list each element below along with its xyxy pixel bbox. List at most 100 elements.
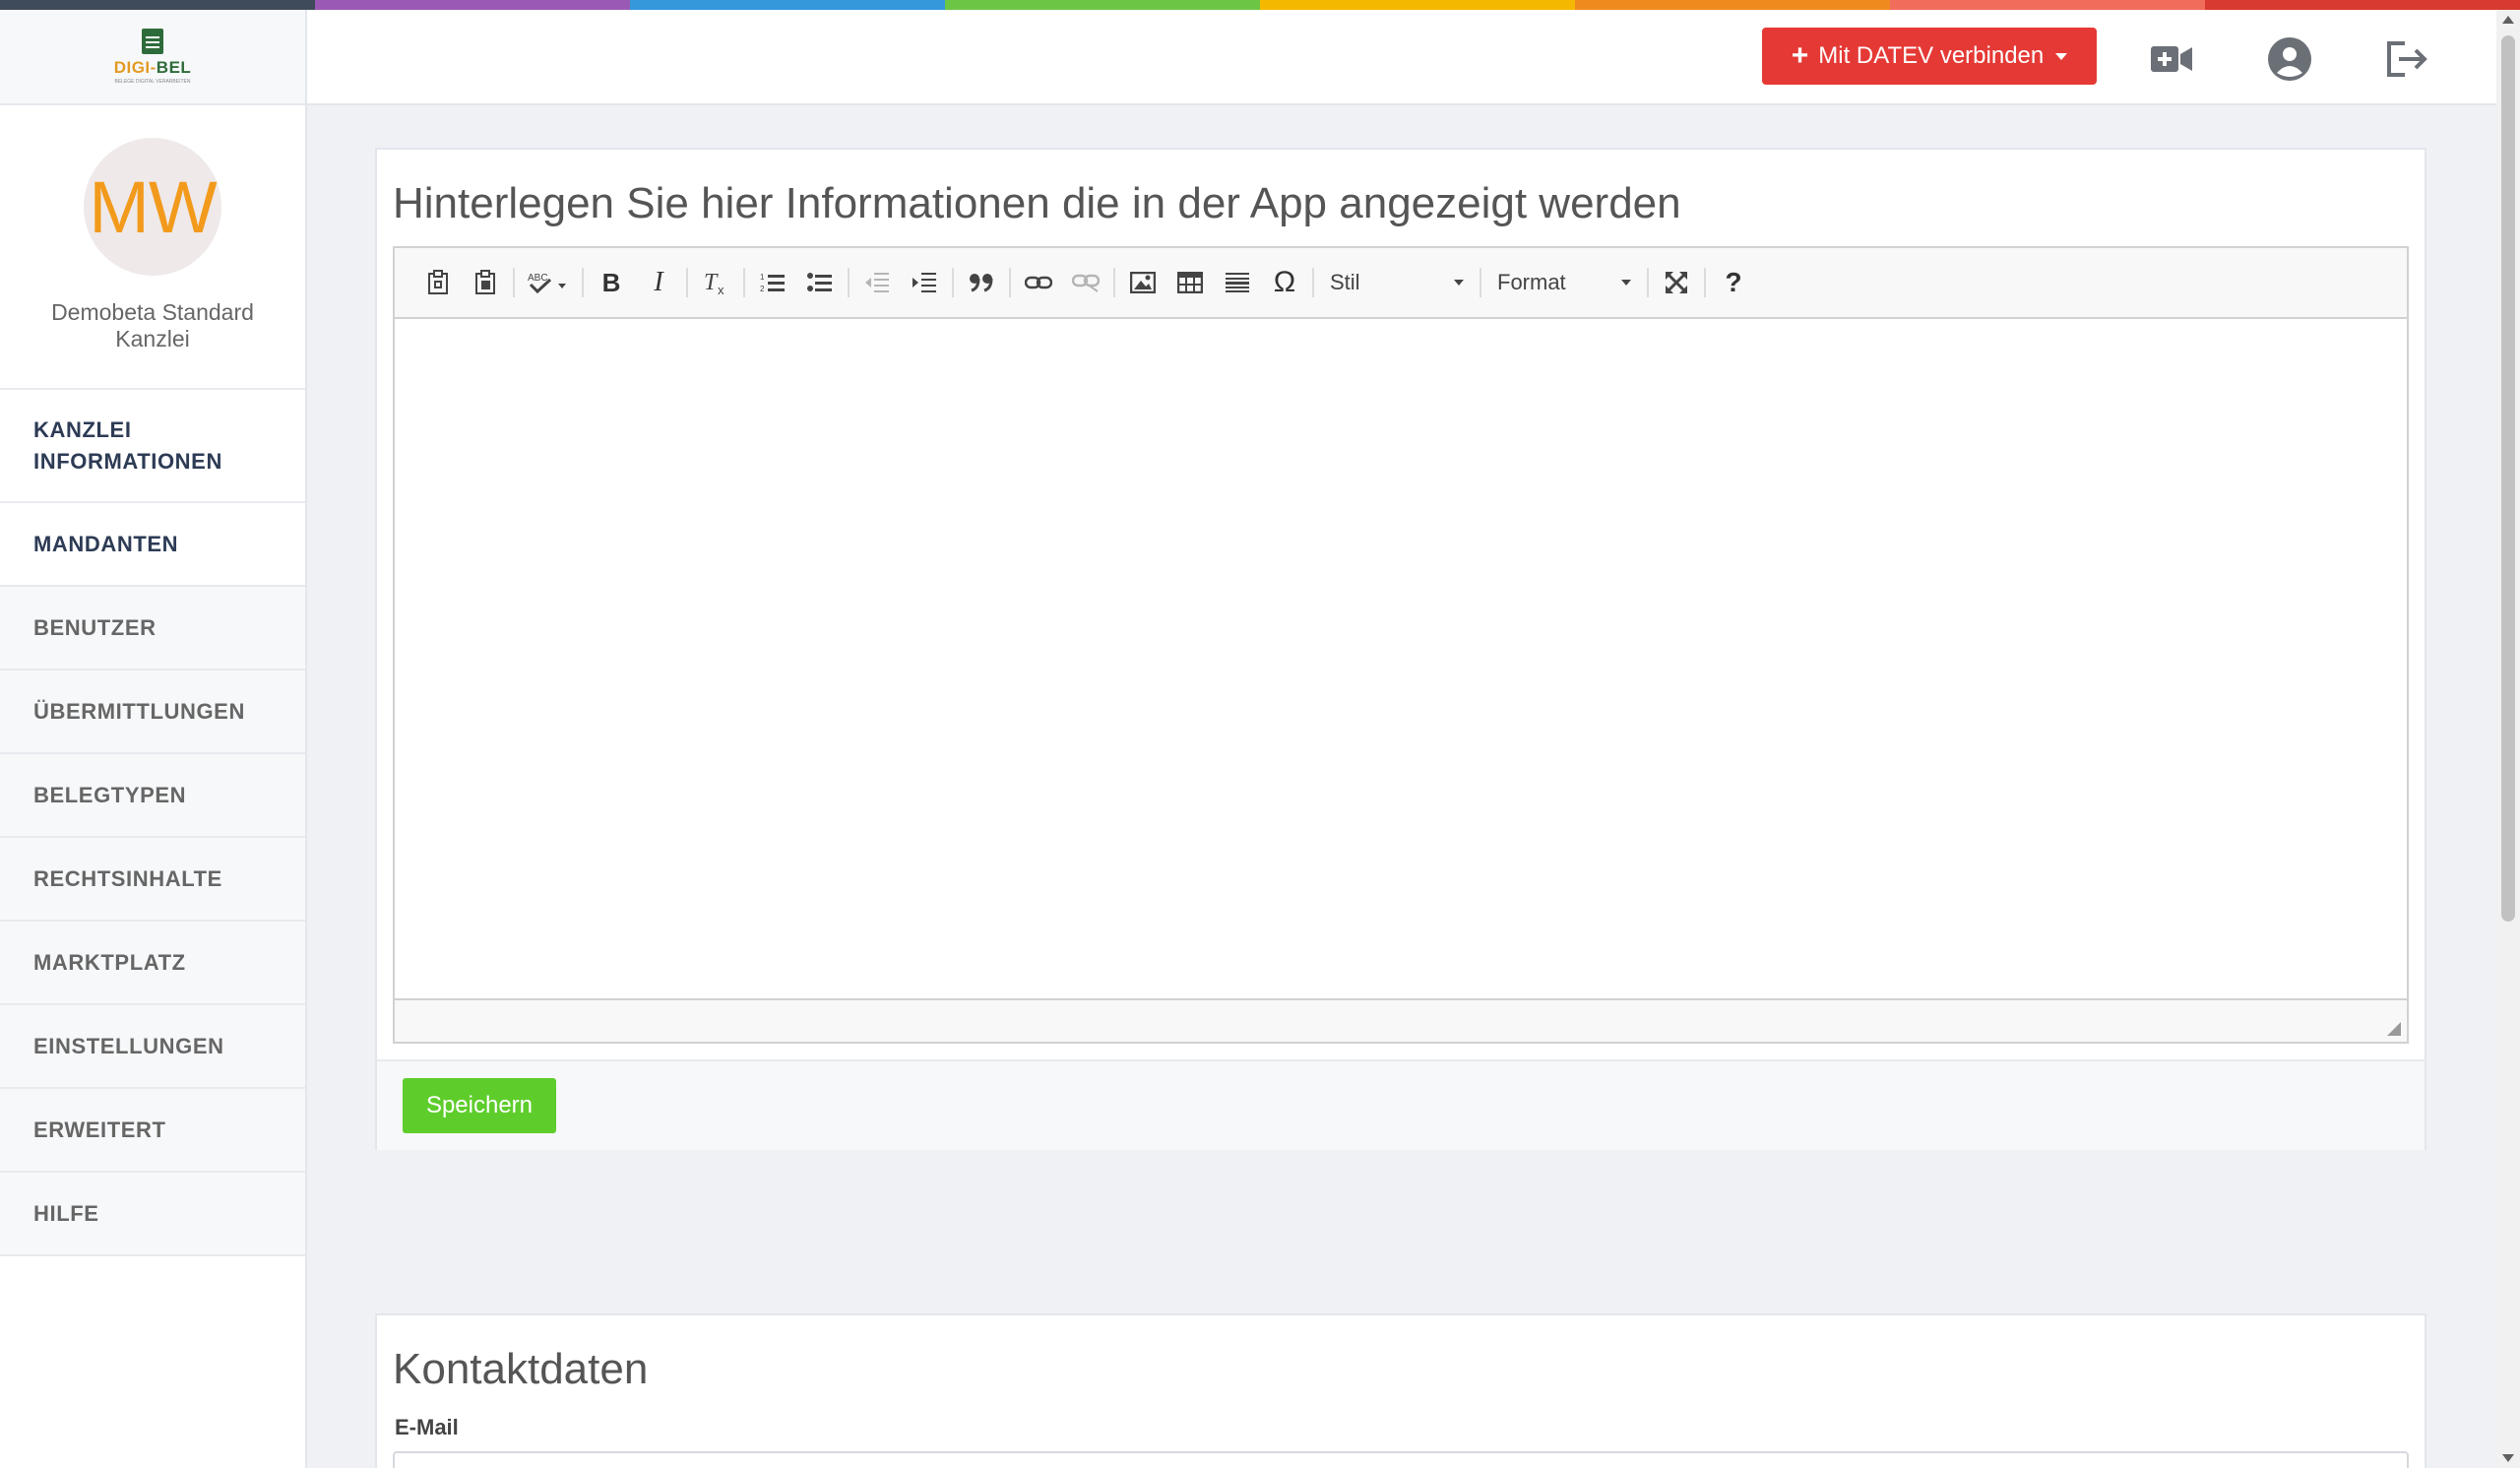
editor-statusbar	[395, 998, 2407, 1042]
datev-connect-button[interactable]: + Mit DATEV verbinden	[1762, 28, 2097, 85]
sidebar-item-kanzlei-informationen[interactable]: KANZLEI INFORMATIONEN	[0, 390, 305, 503]
toolbar-separator	[952, 268, 954, 297]
svg-text:ABC: ABC	[528, 273, 548, 284]
chevron-down-icon	[1454, 280, 1464, 286]
datev-connect-label: Mit DATEV verbinden	[1818, 42, 2045, 69]
svg-text:x: x	[718, 283, 724, 295]
sidebar-item-label: KANZLEI INFORMATIONEN	[33, 416, 222, 474]
scroll-thumb[interactable]	[2501, 35, 2515, 922]
toolbar-separator	[513, 268, 515, 297]
svg-text:1: 1	[760, 273, 765, 282]
sidebar-item-mandanten[interactable]: MANDANTEN	[0, 503, 305, 587]
logo-tagline: BELEGE DIGITAL VERARBEITEN	[114, 79, 191, 85]
color-strip-segment	[0, 0, 315, 10]
color-strip-segment	[630, 0, 945, 10]
toolbar-separator	[686, 268, 688, 297]
color-strip-segment	[945, 0, 1260, 10]
style-select-label: Stil	[1330, 270, 1360, 294]
maximize-icon[interactable]	[1653, 260, 1700, 305]
toolbar-separator	[1480, 268, 1481, 297]
toolbar-separator	[1704, 268, 1706, 297]
logo-text: DIGI-BEL	[113, 58, 192, 77]
contact-panel-title: Kontaktdaten	[393, 1345, 649, 1393]
logo-area[interactable]: DIGI-BEL BELEGE DIGITAL VERARBEITEN	[0, 10, 305, 105]
profile-section: MW Demobeta Standard Kanzlei	[0, 105, 305, 390]
sidebar-item-hilfe[interactable]: HILFE	[0, 1173, 305, 1256]
color-strip-segment	[315, 0, 630, 10]
logout-icon[interactable]	[2384, 37, 2431, 81]
color-strip-segment	[1260, 0, 1575, 10]
bullet-list-icon[interactable]	[796, 260, 844, 305]
sidebar-item-label: ERWEITERT	[33, 1117, 166, 1142]
toolbar-separator	[848, 268, 850, 297]
blockquote-icon[interactable]	[958, 260, 1005, 305]
user-circle-icon[interactable]	[2266, 37, 2313, 81]
sidebar: DIGI-BEL BELEGE DIGITAL VERARBEITEN MW D…	[0, 10, 307, 1468]
topbar: + Mit DATEV verbinden	[307, 10, 2496, 105]
unlink-icon[interactable]	[1062, 260, 1109, 305]
toolbar-separator	[743, 268, 745, 297]
italic-icon[interactable]: I	[635, 260, 682, 305]
chevron-down-icon	[2055, 52, 2068, 60]
sidebar-item-benutzer[interactable]: BENUTZER	[0, 587, 305, 670]
avatar: MW	[84, 138, 221, 276]
help-icon[interactable]: ?	[1710, 260, 1757, 305]
rich-text-editor: ABC B I Tx 12 Ω Stil Format ?	[393, 246, 2409, 1044]
toolbar-separator	[1113, 268, 1115, 297]
editor-content-area[interactable]	[395, 319, 2407, 998]
paste-word-icon[interactable]	[462, 260, 509, 305]
sidebar-item-einstellungen[interactable]: EINSTELLUNGEN	[0, 1005, 305, 1089]
toolbar-separator	[582, 268, 584, 297]
scroll-up-icon[interactable]	[2502, 16, 2514, 24]
sidebar-item-erweitert[interactable]: ERWEITERT	[0, 1089, 305, 1173]
toolbar-separator	[1647, 268, 1649, 297]
horizontal-rule-icon[interactable]	[1214, 260, 1261, 305]
special-char-icon[interactable]: Ω	[1261, 260, 1308, 305]
remove-format-icon[interactable]: Tx	[692, 260, 739, 305]
app-info-panel: Hinterlegen Sie hier Informationen die i…	[375, 148, 2426, 1150]
sidebar-item-uebermittlungen[interactable]: ÜBERMITTLUNGEN	[0, 670, 305, 754]
sidebar-nav: KANZLEI INFORMATIONEN MANDANTEN BENUTZER…	[0, 390, 305, 1256]
outdent-icon[interactable]	[853, 260, 901, 305]
sidebar-item-label: HILFE	[33, 1200, 99, 1226]
toolbar-separator	[1312, 268, 1314, 297]
editor-toolbar: ABC B I Tx 12 Ω Stil Format ?	[395, 248, 2407, 319]
contact-panel: Kontaktdaten E-Mail	[375, 1313, 2426, 1468]
resize-handle-icon[interactable]	[2387, 1022, 2401, 1036]
table-icon[interactable]	[1166, 260, 1214, 305]
format-select[interactable]: Format	[1485, 260, 1643, 305]
email-label: E-Mail	[395, 1415, 459, 1439]
image-icon[interactable]	[1119, 260, 1166, 305]
sidebar-item-label: MARKTPLATZ	[33, 949, 186, 975]
page-scrollbar[interactable]	[2496, 10, 2520, 1468]
sidebar-item-belegtypen[interactable]: BELEGTYPEN	[0, 754, 305, 838]
chevron-down-icon	[1621, 280, 1631, 286]
sidebar-item-label: EINSTELLUNGEN	[33, 1033, 224, 1058]
sidebar-item-marktplatz[interactable]: MARKTPLATZ	[0, 922, 305, 1005]
plus-icon: +	[1791, 39, 1809, 72]
indent-icon[interactable]	[901, 260, 948, 305]
panel-footer: Speichern	[377, 1059, 2425, 1150]
svg-text:2: 2	[760, 285, 765, 293]
format-select-label: Format	[1497, 270, 1566, 294]
sidebar-item-label: RECHTSINHALTE	[33, 865, 222, 891]
scroll-down-icon[interactable]	[2502, 1454, 2514, 1462]
sidebar-item-rechtsinhalte[interactable]: RECHTSINHALTE	[0, 838, 305, 922]
email-field[interactable]	[393, 1451, 2409, 1468]
link-icon[interactable]	[1015, 260, 1062, 305]
organization-name: Demobeta Standard Kanzlei	[51, 299, 254, 351]
sidebar-item-label: BENUTZER	[33, 614, 157, 640]
svg-text:T: T	[704, 270, 719, 295]
video-plus-icon[interactable]	[2148, 37, 2195, 81]
style-select[interactable]: Stil	[1318, 260, 1476, 305]
numbered-list-icon[interactable]: 12	[749, 260, 796, 305]
sidebar-item-label: BELEGTYPEN	[33, 782, 187, 807]
save-button[interactable]: Speichern	[403, 1078, 556, 1133]
sidebar-item-label: ÜBERMITTLUNGEN	[33, 698, 245, 724]
spellcheck-icon[interactable]: ABC	[519, 260, 578, 305]
document-icon	[141, 29, 163, 54]
color-strip-segment	[2205, 0, 2520, 10]
paste-icon[interactable]	[414, 260, 462, 305]
bold-icon[interactable]: B	[588, 260, 635, 305]
top-color-strip	[0, 0, 2520, 10]
